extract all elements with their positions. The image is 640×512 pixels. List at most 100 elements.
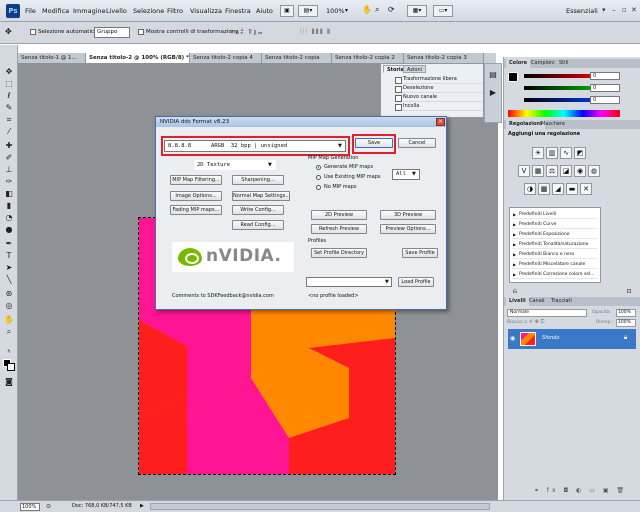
arrange-documents-icon[interactable]: ▦▾ [407, 5, 427, 17]
layer-footer-icons[interactable]: ⚭ fx ◘ ◐ ▭ ▣ 🗑︎ [534, 487, 627, 494]
invert-icon[interactable]: ◑ [524, 183, 536, 195]
dodge-tool-icon[interactable]: ● [4, 225, 14, 235]
preset-item[interactable]: Predefiniti Miscelatore canale [512, 260, 598, 269]
no-mip-radio[interactable] [316, 185, 321, 190]
preset-item[interactable]: Predefiniti Curve [512, 220, 598, 229]
restore-icon[interactable]: ▫ [622, 6, 627, 14]
history-brush-icon[interactable]: ✑ [4, 177, 14, 187]
texture-type-dropdown[interactable]: 2D Texture [194, 160, 276, 170]
bridge-icon[interactable]: ▣ [280, 5, 294, 17]
tab-color[interactable]: Colore [506, 59, 531, 68]
3d-rotate-icon[interactable]: ⊛ [4, 289, 14, 299]
zoom-tool-icon[interactable]: ⌕ [4, 327, 14, 337]
selective-color-icon[interactable]: ✕ [580, 183, 592, 195]
blue-value-field[interactable]: 0 [590, 96, 620, 104]
refresh-preview-button[interactable]: Refresh Preview [311, 224, 367, 234]
save-profile-button[interactable]: Save Profile [402, 248, 438, 258]
history-row[interactable]: Nuovo canale [395, 93, 483, 102]
marquee-tool-icon[interactable]: ⬚ [4, 79, 14, 89]
profile-dropdown[interactable] [306, 277, 392, 287]
photo-filter-icon[interactable]: ◉ [574, 165, 586, 177]
status-menu-arrow-icon[interactable]: ▶ [140, 503, 144, 509]
adjustment-expand-icon[interactable]: ⊡ [624, 287, 634, 297]
close-icon[interactable]: ✕ [631, 6, 637, 14]
type-tool-icon[interactable]: T [4, 251, 14, 261]
lock-icons[interactable]: ▫ ✐ ✥ ⚿ [524, 319, 544, 325]
brush-tool-icon[interactable]: ✐ [4, 153, 14, 163]
red-value-field[interactable]: 0 [590, 72, 620, 80]
gradient-map-icon[interactable]: ▬ [566, 183, 578, 195]
zoom-dropdown-icon[interactable]: ▾ [345, 7, 348, 14]
history-row[interactable]: Trasformazione libera [395, 75, 483, 84]
set-profile-directory-button[interactable]: Set Profile Directory [311, 248, 367, 258]
path-select-icon[interactable]: ➤ [4, 263, 14, 273]
transform-controls-checkbox[interactable] [138, 29, 144, 35]
preset-item[interactable]: Predefiniti Correzione colore sel... [512, 270, 598, 279]
image-options-button[interactable]: Image Options... [170, 191, 222, 201]
view-extras-icon[interactable]: ▤▾ [298, 5, 318, 17]
history-row[interactable]: Deselezione [395, 84, 483, 93]
menu-livello[interactable]: Livello [106, 7, 127, 15]
curves-icon[interactable]: ∿ [560, 147, 572, 159]
preset-item[interactable]: Predefiniti Esposizione [512, 230, 598, 239]
menu-filtro[interactable]: Filtro [167, 7, 183, 15]
move-tool-icon[interactable]: ✥ [4, 67, 14, 77]
generate-mip-radio[interactable] [316, 165, 321, 170]
2d-preview-button[interactable]: 2D Preview [311, 210, 367, 220]
tab-document-1[interactable]: Senza titolo-1 @ 1... [18, 53, 86, 63]
tab-document-copy-2[interactable]: Senza titolo-2 copia 2 [332, 53, 404, 63]
horizontal-scrollbar[interactable] [150, 503, 490, 510]
menu-visualizza[interactable]: Visualizza [190, 7, 222, 15]
exposure-icon[interactable]: ◩ [574, 147, 586, 159]
threshold-icon[interactable]: ◢ [552, 183, 564, 195]
adjustment-return-icon[interactable]: ⎌ [510, 287, 520, 297]
color-spectrum-bar[interactable] [508, 110, 620, 117]
profile-dropdown-arrow-icon[interactable]: ▼ [385, 279, 389, 285]
write-config-button[interactable]: Write Config... [232, 205, 284, 215]
blur-tool-icon[interactable]: ◔ [4, 213, 14, 223]
tab-swatches[interactable]: Campioni [528, 59, 558, 68]
mip-filtering-button[interactable]: MIP Map Filtering... [170, 175, 222, 185]
tab-channels[interactable]: Canali [526, 297, 548, 306]
fading-mip-maps-button[interactable]: Fading MIP maps... [170, 205, 222, 215]
hand-tool-icon[interactable]: ✋ [4, 315, 14, 325]
black-white-icon[interactable]: ◪ [560, 165, 572, 177]
tab-paths[interactable]: Tracciati [548, 297, 575, 306]
green-value-field[interactable]: 0 [590, 84, 620, 92]
sharpening-button[interactable]: Sharpening... [232, 175, 284, 185]
swap-colors-icon[interactable]: ↰ [4, 347, 14, 357]
healing-brush-icon[interactable]: ✚ [4, 141, 14, 151]
lasso-tool-icon[interactable]: ℓ [4, 91, 14, 101]
screen-mode-icon[interactable]: ▭▾ [433, 5, 453, 17]
eraser-tool-icon[interactable]: ◧ [4, 189, 14, 199]
read-config-button[interactable]: Read Config... [232, 220, 284, 230]
menu-aiuto[interactable]: Aiuto [256, 7, 273, 15]
tab-actions[interactable]: Azioni [403, 65, 427, 73]
dialog-close-icon[interactable]: × [436, 118, 445, 126]
texture-dropdown-arrow-icon[interactable]: ▼ [268, 162, 272, 168]
clone-stamp-icon[interactable]: ⊥ [4, 165, 14, 175]
3d-orbit-icon[interactable]: ◎ [4, 301, 14, 311]
vibrance-icon[interactable]: V [518, 165, 530, 177]
color-balance-icon[interactable]: ⚖ [546, 165, 558, 177]
rotate-view-icon[interactable]: ⟳ [388, 5, 395, 14]
menu-selezione[interactable]: Selezione [133, 7, 164, 15]
history-panel-icon[interactable]: ▤ [488, 70, 498, 80]
quick-mask-icon[interactable]: ◙ [4, 377, 14, 387]
gradient-tool-icon[interactable]: ▮ [4, 201, 14, 211]
hue-saturation-icon[interactable]: ▦ [532, 165, 544, 177]
color-foreground-swatch[interactable] [508, 72, 518, 82]
hand-tool-icon[interactable]: ✋ [362, 5, 372, 14]
menu-modifica[interactable]: Modifica [42, 7, 69, 15]
preview-options-button[interactable]: Preview Options... [380, 224, 436, 234]
channel-mixer-icon[interactable]: ◍ [588, 165, 600, 177]
3d-preview-button[interactable]: 3D Preview [380, 210, 436, 220]
shape-tool-icon[interactable]: ╲ [4, 275, 14, 285]
tab-masks[interactable]: Maschere [538, 120, 568, 129]
workspace-dropdown-icon[interactable]: ▾ [602, 6, 606, 14]
auto-select-dropdown[interactable]: Gruppo [94, 27, 130, 38]
tab-styles[interactable]: Stili [556, 59, 571, 68]
tab-document-2[interactable]: Senza titolo-2 @ 100% (RGB/8) * [86, 53, 190, 63]
move-tool-icon[interactable]: ✥ [5, 27, 12, 36]
status-info-icon[interactable]: ⊙ [46, 503, 51, 510]
